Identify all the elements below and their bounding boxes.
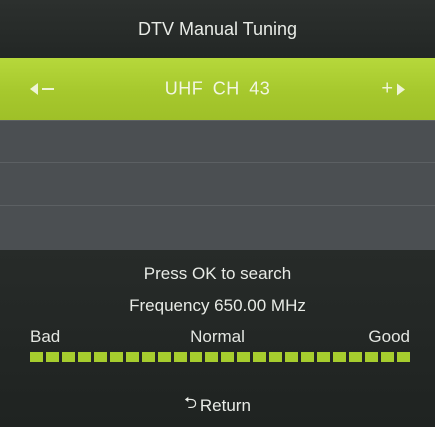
signal-segment	[349, 352, 363, 362]
signal-segment	[93, 352, 107, 362]
search-prompt: Press OK to search	[143, 264, 292, 283]
return-icon: ⮌	[184, 395, 197, 412]
signal-segment	[253, 352, 267, 362]
signal-segment	[125, 352, 139, 362]
menu-row-empty	[0, 162, 435, 206]
signal-segment	[333, 352, 347, 362]
signal-segment	[157, 352, 171, 362]
signal-segment	[365, 352, 378, 362]
signal-segment	[396, 352, 410, 362]
return-button[interactable]: ⮌ Return	[0, 392, 435, 419]
signal-segment	[285, 352, 299, 362]
signal-segment	[45, 352, 59, 362]
signal-segment	[109, 352, 123, 362]
signal-segment	[380, 352, 394, 362]
plus-icon: +	[381, 77, 393, 100]
channel-selector-row[interactable]: UHF CH 43 +	[0, 58, 435, 120]
channel-value: UHF CH 43	[0, 79, 435, 100]
signal-segment	[30, 352, 43, 362]
channel-ch-label: CH	[212, 78, 240, 99]
signal-segment	[317, 352, 331, 362]
signal-segment	[269, 352, 283, 362]
signal-good-label: Good	[368, 327, 410, 346]
signal-segment	[189, 352, 203, 362]
channel-band: UHF	[164, 78, 204, 99]
channel-increase-control[interactable]: +	[381, 78, 405, 101]
signal-segment	[173, 352, 187, 362]
triangle-right-icon	[397, 83, 405, 95]
signal-segment	[301, 352, 315, 362]
dtv-manual-tuning-screen: DTV Manual Tuning UHF CH 43 + Press OK t…	[0, 0, 435, 427]
menu-row-empty	[0, 120, 435, 163]
channel-number: 43	[249, 78, 271, 99]
menu-row-empty	[0, 205, 435, 251]
signal-segment	[205, 352, 219, 362]
title-text: DTV Manual Tuning	[137, 18, 298, 39]
signal-segment	[141, 352, 155, 362]
screen-title: DTV Manual Tuning	[0, 0, 435, 58]
signal-segment	[237, 352, 251, 362]
return-label: Return	[199, 395, 251, 415]
frequency-readout: Frequency 650.00 MHz	[129, 296, 306, 315]
signal-segment	[77, 352, 91, 362]
signal-quality-bar	[30, 352, 410, 362]
signal-segment	[221, 352, 235, 362]
signal-segment	[61, 352, 75, 362]
